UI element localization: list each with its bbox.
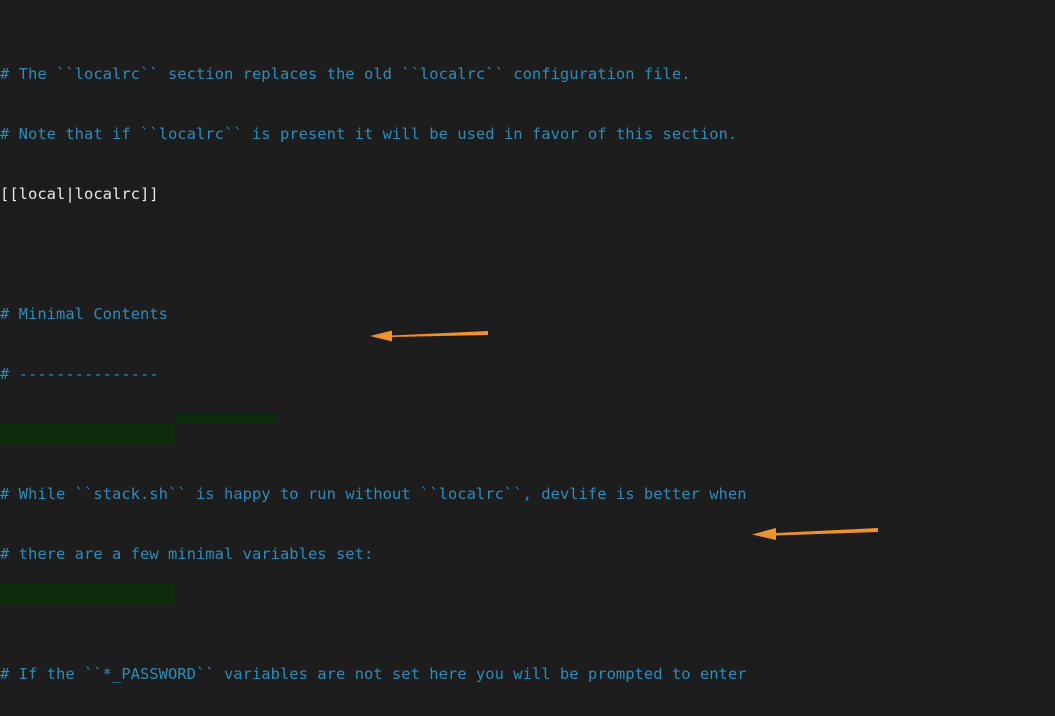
line-section: [[local|localrc]] xyxy=(0,184,1055,204)
line-comment: # Note that if ``localrc`` is present it… xyxy=(0,124,1055,144)
comment-text: # Minimal Contents xyxy=(0,305,168,323)
line-comment: # While ``stack.sh`` is happy to run wit… xyxy=(0,484,1055,504)
line-blank xyxy=(0,424,1055,444)
config-file-text[interactable]: # The ``localrc`` section replaces the o… xyxy=(0,4,1055,716)
section-header-text: [[local|localrc]] xyxy=(0,185,159,203)
line-comment: # If the ``*_PASSWORD`` variables are no… xyxy=(0,664,1055,684)
line-comment: # --------------- xyxy=(0,364,1055,384)
line-blank xyxy=(0,604,1055,624)
annotation-arrow-1 xyxy=(370,324,488,346)
comment-text: # Note that if ``localrc`` is present it… xyxy=(0,125,738,143)
annotation-arrow-2 xyxy=(752,521,878,545)
comment-text: # --------------- xyxy=(0,365,159,383)
line-blank xyxy=(0,244,1055,264)
editor-window: # The ``localrc`` section replaces the o… xyxy=(0,0,1055,716)
line-comment: # Minimal Contents xyxy=(0,304,1055,324)
comment-text: # there are a few minimal variables set: xyxy=(0,545,374,563)
line-comment: # there are a few minimal variables set: xyxy=(0,544,1055,564)
line-comment: # The ``localrc`` section replaces the o… xyxy=(0,64,1055,84)
comment-text: # While ``stack.sh`` is happy to run wit… xyxy=(0,485,747,503)
comment-text: # The ``localrc`` section replaces the o… xyxy=(0,65,691,83)
comment-text: # If the ``*_PASSWORD`` variables are no… xyxy=(0,665,747,683)
